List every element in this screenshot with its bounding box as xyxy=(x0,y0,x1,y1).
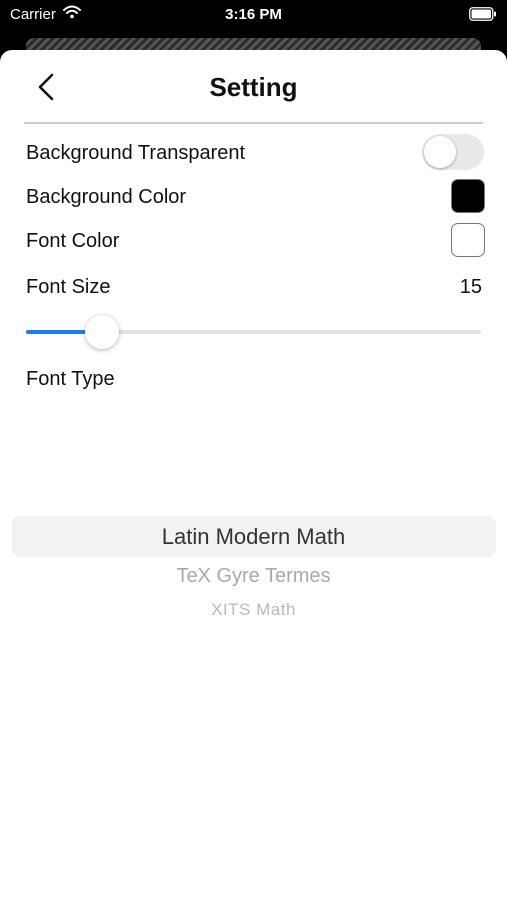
page-title: Setting xyxy=(209,72,298,102)
status-time: 3:16 PM xyxy=(225,6,282,23)
font-color-swatch[interactable] xyxy=(451,223,485,257)
settings-sheet: Setting Background Transparent Backgroun… xyxy=(0,50,507,900)
font-option-tex-gyre-termes[interactable]: TeX Gyre Termes xyxy=(0,565,507,588)
font-option-latin-modern-math[interactable]: Latin Modern Math xyxy=(0,524,507,550)
battery-icon xyxy=(469,7,497,25)
background-transparent-toggle[interactable] xyxy=(422,134,484,170)
slider-thumb[interactable] xyxy=(85,315,120,349)
font-size-label: Font Size xyxy=(26,276,111,298)
font-option-xits-math[interactable]: XITS Math xyxy=(0,600,507,620)
status-bar: Carrier 3:16 PM xyxy=(0,0,507,30)
font-size-slider[interactable] xyxy=(26,314,481,350)
font-type-label: Font Type xyxy=(26,368,115,390)
font-size-value: 15 xyxy=(459,276,482,298)
header-divider xyxy=(24,122,483,124)
background-color-label: Background Color xyxy=(26,186,187,208)
background-transparent-label: Background Transparent xyxy=(26,142,246,164)
font-color-label: Font Color xyxy=(26,230,120,252)
toggle-knob xyxy=(424,136,456,168)
background-color-swatch[interactable] xyxy=(451,179,485,213)
